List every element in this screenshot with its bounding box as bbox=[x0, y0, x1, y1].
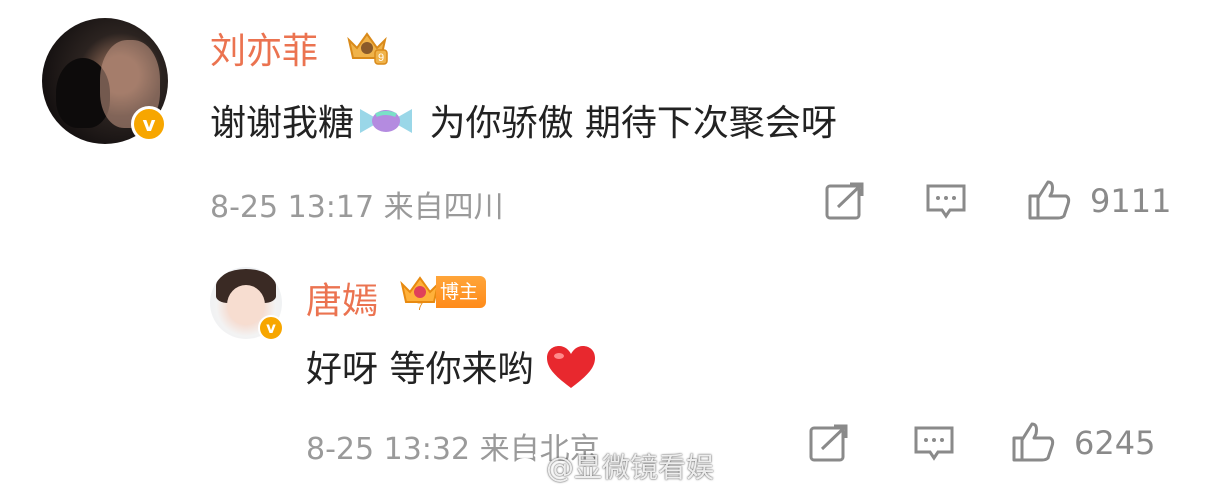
like-icon[interactable] bbox=[1026, 178, 1074, 222]
svg-text:7: 7 bbox=[417, 301, 423, 312]
avatar-face bbox=[227, 285, 265, 325]
comment-text: 谢谢我糖 为你骄傲 期待下次聚会呀 bbox=[210, 94, 837, 150]
reply-icon[interactable] bbox=[924, 182, 968, 222]
forward-icon[interactable] bbox=[808, 423, 852, 463]
reply-text: 好呀 等你来哟 bbox=[306, 340, 597, 399]
blogger-tag: 博主 bbox=[436, 276, 487, 308]
comment-text-part: 为你骄傲 期待下次聚会呀 bbox=[418, 103, 837, 144]
candy-icon bbox=[354, 101, 418, 150]
svg-text:9: 9 bbox=[378, 52, 384, 64]
red-heart-icon bbox=[545, 344, 597, 399]
member-crown-icon[interactable]: 9 bbox=[345, 28, 389, 68]
comment-text-part: 谢谢我糖 bbox=[210, 103, 355, 144]
weibo-logo-icon bbox=[512, 450, 542, 483]
like-icon[interactable] bbox=[1010, 420, 1058, 464]
forward-icon[interactable] bbox=[824, 181, 868, 221]
watermark-text: @显微镜看娱 bbox=[546, 451, 715, 484]
weibo-watermark: @显微镜看娱 bbox=[512, 446, 714, 486]
verified-badge-icon: v bbox=[131, 106, 167, 142]
verified-badge-icon: v bbox=[258, 315, 284, 341]
comment-meta: 8-25 13:17 来自四川 bbox=[210, 190, 504, 225]
member-crown-icon[interactable]: 7 博主 bbox=[398, 272, 487, 312]
reply-username[interactable]: 唐嫣 bbox=[306, 272, 378, 324]
reply-icon[interactable] bbox=[912, 424, 956, 464]
like-count: 6245 bbox=[1074, 424, 1156, 462]
reply-text-part: 好呀 等你来哟 bbox=[306, 349, 534, 390]
comment-username[interactable]: 刘亦菲 bbox=[210, 22, 318, 74]
like-count: 9111 bbox=[1090, 182, 1172, 220]
